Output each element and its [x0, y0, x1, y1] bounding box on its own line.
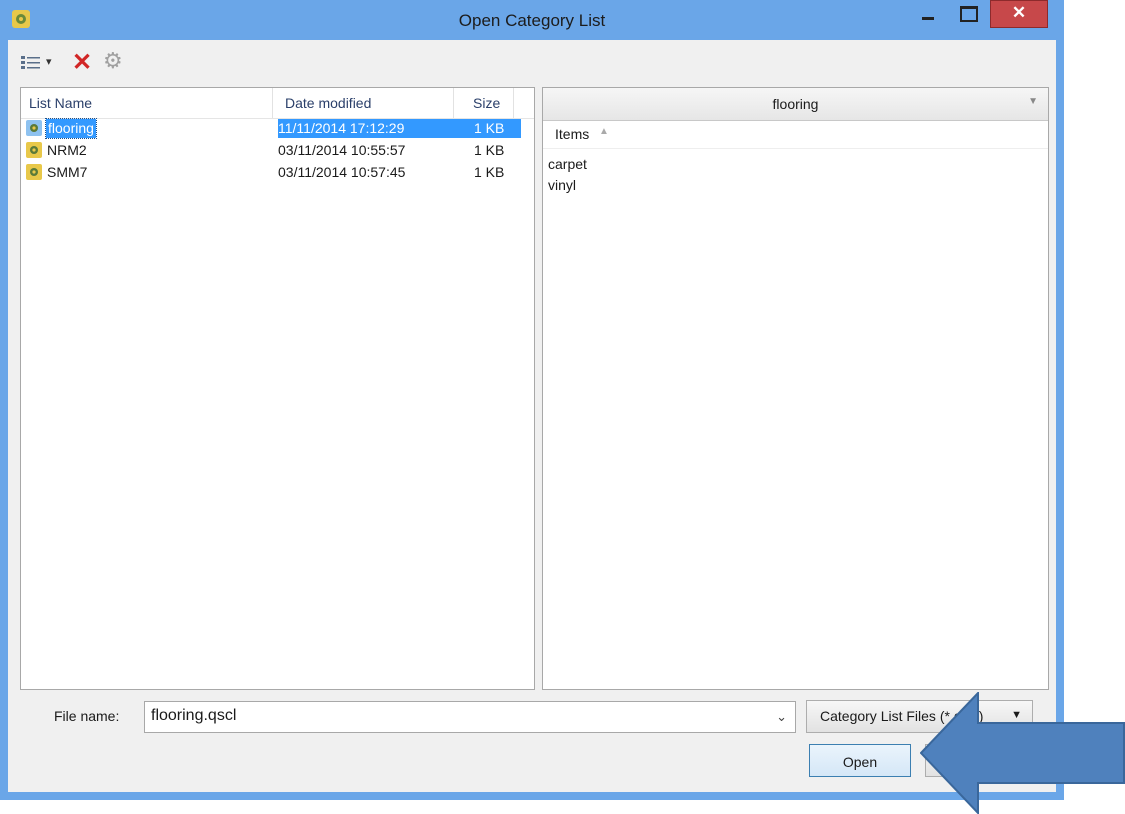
chevron-down-icon[interactable]: ⌄	[776, 709, 787, 725]
column-header-date[interactable]: Date modified	[285, 95, 371, 111]
pointer-arrow-annotation	[920, 692, 1125, 814]
window-title: Open Category List	[458, 11, 606, 30]
file-name-input[interactable]: flooring.qscl ⌄	[144, 701, 796, 733]
table-row[interactable]: NRM2 03/11/2014 10:55:57 1 KB	[21, 140, 534, 162]
row-size: 1 KB	[474, 164, 505, 180]
table-row[interactable]: flooring 11/11/2014 17:12:29 1 KB	[21, 118, 534, 140]
close-icon: ✕	[1011, 3, 1027, 22]
selected-list-combobox[interactable]: flooring ▼	[543, 88, 1048, 121]
sort-ascending-icon: ▲	[599, 126, 609, 137]
row-name: flooring	[45, 118, 97, 139]
row-name: NRM2	[47, 142, 87, 158]
table-header: List Name Date modified Size	[21, 88, 534, 119]
delete-icon: ✕	[72, 49, 93, 76]
list-item[interactable]: carpet	[548, 156, 587, 172]
list-preview-pane: flooring ▼ Items ▲ carpet vinyl	[542, 87, 1049, 690]
chevron-down-icon: ▾	[46, 56, 52, 68]
category-list-table[interactable]: List Name Date modified Size flooring 11/…	[20, 87, 535, 690]
minimize-button[interactable]	[908, 0, 948, 30]
open-button[interactable]: Open	[809, 744, 911, 777]
view-mode-button[interactable]: ▾	[20, 50, 62, 74]
maximize-icon	[960, 6, 978, 22]
dialog-body: ▾ ✕ ⚙ List Name Date modified Size floor…	[8, 40, 1056, 792]
row-name: SMM7	[47, 164, 88, 180]
minimize-icon	[922, 17, 934, 20]
row-size: 1 KB	[474, 120, 505, 136]
file-name-label: File name:	[54, 708, 120, 724]
category-list-file-icon	[26, 120, 42, 136]
selected-list-label: flooring	[772, 96, 819, 112]
maximize-button[interactable]	[950, 0, 988, 30]
category-list-file-icon	[26, 164, 42, 180]
column-separator[interactable]	[513, 88, 514, 118]
column-header-size[interactable]: Size	[473, 95, 500, 111]
gear-icon: ⚙	[103, 48, 123, 73]
details-view-icon	[21, 56, 40, 69]
toolbar: ▾ ✕ ⚙	[8, 40, 1056, 84]
row-size: 1 KB	[474, 142, 505, 158]
close-button[interactable]: ✕	[990, 0, 1048, 28]
row-date: 03/11/2014 10:55:57	[278, 142, 406, 158]
row-date: 11/11/2014 17:12:29	[278, 120, 405, 136]
category-list-file-icon	[26, 142, 42, 158]
open-button-label: Open	[842, 754, 878, 770]
items-header-label: Items	[555, 126, 590, 142]
list-item[interactable]: vinyl	[548, 177, 576, 193]
column-separator[interactable]	[453, 88, 454, 118]
title-bar[interactable]: Open Category List ✕	[0, 0, 1064, 40]
row-date: 03/11/2014 10:57:45	[278, 164, 406, 180]
items-column-header[interactable]: Items ▲	[543, 120, 1048, 149]
column-header-name[interactable]: List Name	[29, 95, 92, 111]
open-category-list-dialog: Open Category List ✕ ▾ ✕ ⚙ List Name Dat…	[0, 0, 1064, 800]
delete-button[interactable]: ✕	[70, 49, 96, 76]
settings-button[interactable]: ⚙	[102, 48, 128, 74]
file-name-value: flooring.qscl	[151, 707, 237, 724]
chevron-down-icon: ▼	[1028, 96, 1038, 107]
column-separator[interactable]	[272, 88, 273, 118]
table-row[interactable]: SMM7 03/11/2014 10:57:45 1 KB	[21, 162, 534, 184]
